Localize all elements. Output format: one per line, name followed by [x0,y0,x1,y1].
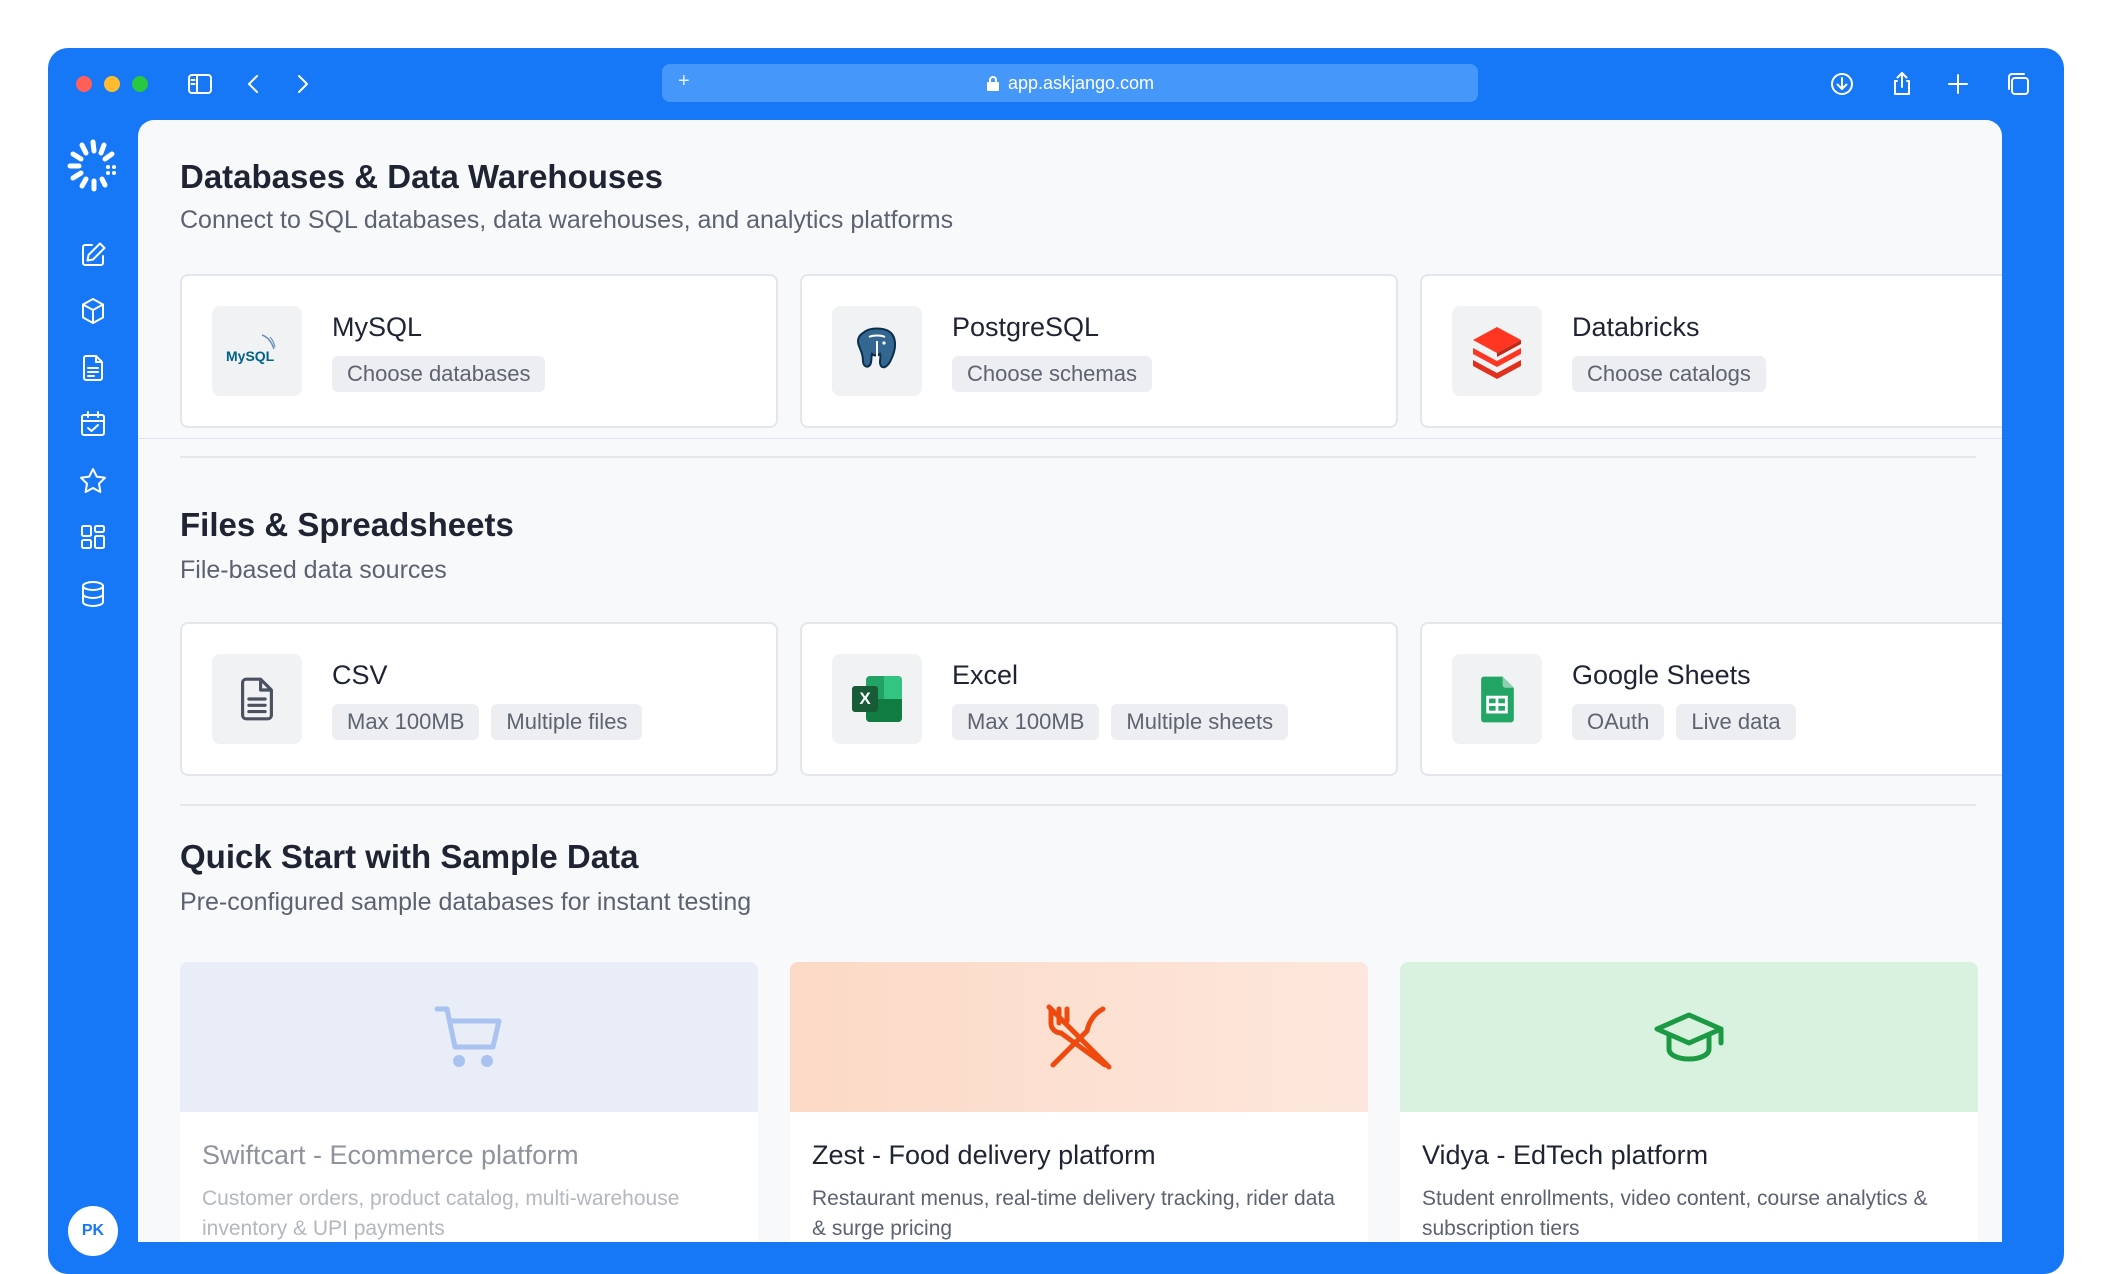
source-tag: Choose databases [332,356,546,392]
zoom-window-button[interactable] [132,76,148,92]
calendar-check-icon[interactable] [74,405,112,443]
postgresql-elephant-icon [832,306,922,396]
url-text: app.askjango.com [1007,72,1155,93]
sample-title: Swiftcart - Ecommerce platform [202,1140,579,1170]
sample-title: Zest - Food delivery platform [812,1140,1156,1170]
app-logo[interactable] [64,136,122,194]
tab-overview-icon[interactable] [2000,66,2036,102]
source-card-google-sheets[interactable]: Google Sheets OAuth Live data [1420,622,2002,776]
databases-section-title: Databases & Data Warehouses [180,158,663,195]
browser-toolbar: + app.askjango.com [48,48,2064,120]
source-tag: Max 100MB [332,704,480,740]
source-name: Google Sheets [1572,660,1751,690]
source-tag: Choose schemas [952,356,1152,392]
source-name: Excel [952,660,1019,690]
excel-x-letter: X [852,686,878,712]
grid-icon[interactable] [74,518,112,556]
app-sidebar: PK [48,120,138,1274]
files-section-title: Files & Spreadsheets [180,506,514,543]
source-card-databricks[interactable]: Databricks Choose catalogs [1420,274,2002,428]
databricks-layers-icon [1452,306,1542,396]
section-divider [180,804,1976,806]
source-card-postgresql[interactable]: PostgreSQL Choose schemas [800,274,1398,428]
sample-banner [180,962,758,1112]
back-icon[interactable] [236,66,272,102]
minimize-window-button[interactable] [104,76,120,92]
source-name: PostgreSQL [952,312,1100,342]
excel-icon: X [832,654,922,744]
cube-icon[interactable] [74,292,112,330]
share-icon[interactable] [1884,66,1920,102]
sample-card-vidya[interactable]: Vidya - EdTech platform Student enrollme… [1400,962,1978,1242]
sample-card-swiftcart[interactable]: Swiftcart - Ecommerce platform Customer … [180,962,758,1242]
section-divider [180,456,1976,458]
mysql-logo-text: MySQL [226,348,275,364]
sidebar-toggle-icon[interactable] [182,66,218,102]
new-tab-symbol[interactable]: + [678,70,690,93]
document-icon[interactable] [74,349,112,387]
source-tag: OAuth [1572,704,1665,740]
user-avatar[interactable]: PK [68,1206,118,1256]
shopping-cart-icon [434,1006,502,1067]
source-card-csv[interactable]: CSV Max 100MB Multiple files [180,622,778,776]
source-tag: Live data [1676,704,1796,740]
source-tag: Multiple files [491,704,643,740]
source-name: CSV [332,660,388,690]
databases-section-subtitle: Connect to SQL databases, data warehouse… [180,206,954,234]
section-separator [138,438,2002,439]
lock-icon [986,75,1000,91]
sample-description: Restaurant menus, real-time delivery tra… [812,1187,1335,1240]
samples-section-title: Quick Start with Sample Data [180,838,639,875]
sample-banner [790,962,1368,1112]
graduation-cap-icon [1654,1012,1724,1062]
source-card-excel[interactable]: X Excel Max 100MB Multiple sheets [800,622,1398,776]
edit-icon[interactable] [74,236,112,274]
source-tag: Choose catalogs [1572,356,1766,392]
google-sheets-icon [1452,654,1542,744]
sample-title: Vidya - EdTech platform [1422,1140,1709,1170]
download-icon[interactable] [1824,66,1860,102]
database-icon[interactable] [74,575,112,613]
close-window-button[interactable] [76,76,92,92]
source-card-mysql[interactable]: MySQL MySQL Choose databases [180,274,778,428]
sample-description: Student enrollments, video content, cour… [1422,1187,1928,1240]
sample-banner [1400,962,1978,1112]
forward-icon[interactable] [284,66,320,102]
files-section-subtitle: File-based data sources [180,556,447,584]
sample-description: Customer orders, product catalog, multi-… [202,1187,680,1240]
main-content: Databases & Data Warehouses Connect to S… [138,120,2002,1242]
source-tag: Max 100MB [952,704,1100,740]
source-tag: Multiple sheets [1111,704,1289,740]
new-tab-icon[interactable] [1940,66,1976,102]
sample-card-zest[interactable]: Zest - Food delivery platform Restaurant… [790,962,1368,1242]
source-name: MySQL [332,312,423,342]
browser-window: + app.askjango.com PK Databases & Data W… [48,48,2064,1274]
fork-knife-crossed-icon [1046,1004,1112,1070]
address-bar[interactable]: + app.askjango.com [662,64,1478,102]
mysql-logo: MySQL [212,306,302,396]
star-icon[interactable] [74,462,112,500]
file-document-icon [212,654,302,744]
source-name: Databricks [1572,312,1700,342]
samples-section-subtitle: Pre-configured sample databases for inst… [180,888,752,916]
